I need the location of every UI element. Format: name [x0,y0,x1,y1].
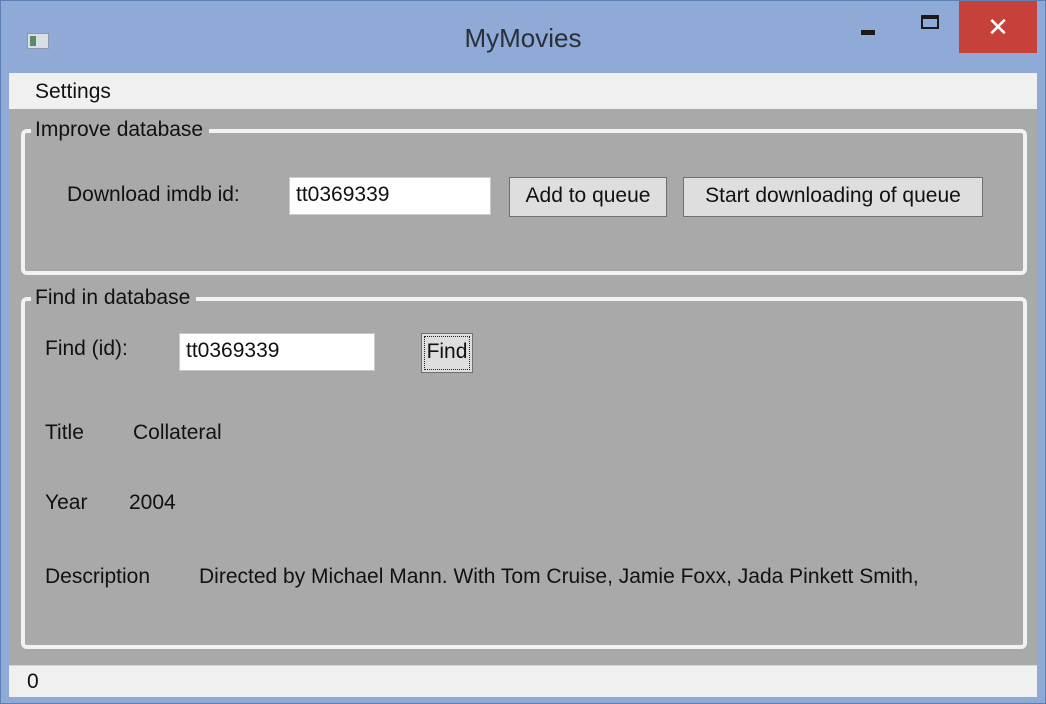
find-button[interactable]: Find [421,333,473,373]
description-value: Directed by Michael Mann. With Tom Cruis… [199,565,919,588]
description-label: Description [45,565,151,588]
maximize-button[interactable] [901,1,959,51]
menu-bar: Settings [9,73,1037,109]
status-bar: 0 [9,665,1037,697]
close-icon: ✕ [987,11,1009,42]
status-text: 0 [27,670,39,693]
title-label: Title [45,421,84,444]
find-id-input[interactable]: tt0369339 [179,333,375,371]
improve-database-legend: Improve database [31,117,210,143]
find-database-group: Find in database Find (id): tt0369339 Fi… [21,285,1027,649]
title-value: Collateral [133,421,222,444]
find-id-label: Find (id): [45,337,128,360]
start-downloading-button[interactable]: Start downloading of queue [683,177,983,217]
find-database-legend: Find in database [31,285,197,311]
main-window: MyMovies ✕ Settings Improve database Dow… [0,0,1046,704]
year-value: 2004 [129,491,176,514]
title-bar[interactable]: MyMovies ✕ [1,1,1045,73]
maximize-icon [921,15,939,29]
year-label: Year [45,491,88,514]
menu-settings[interactable]: Settings [31,80,115,104]
client-area: Settings Improve database Download imdb … [9,73,1037,697]
close-button[interactable]: ✕ [959,1,1037,53]
add-to-queue-button[interactable]: Add to queue [509,177,667,217]
download-imdb-label: Download imdb id: [67,183,240,206]
download-imdb-input[interactable]: tt0369339 [289,177,491,215]
minimize-icon [861,29,875,35]
minimize-button[interactable] [839,1,897,51]
improve-database-group: Improve database Download imdb id: tt036… [21,117,1027,275]
